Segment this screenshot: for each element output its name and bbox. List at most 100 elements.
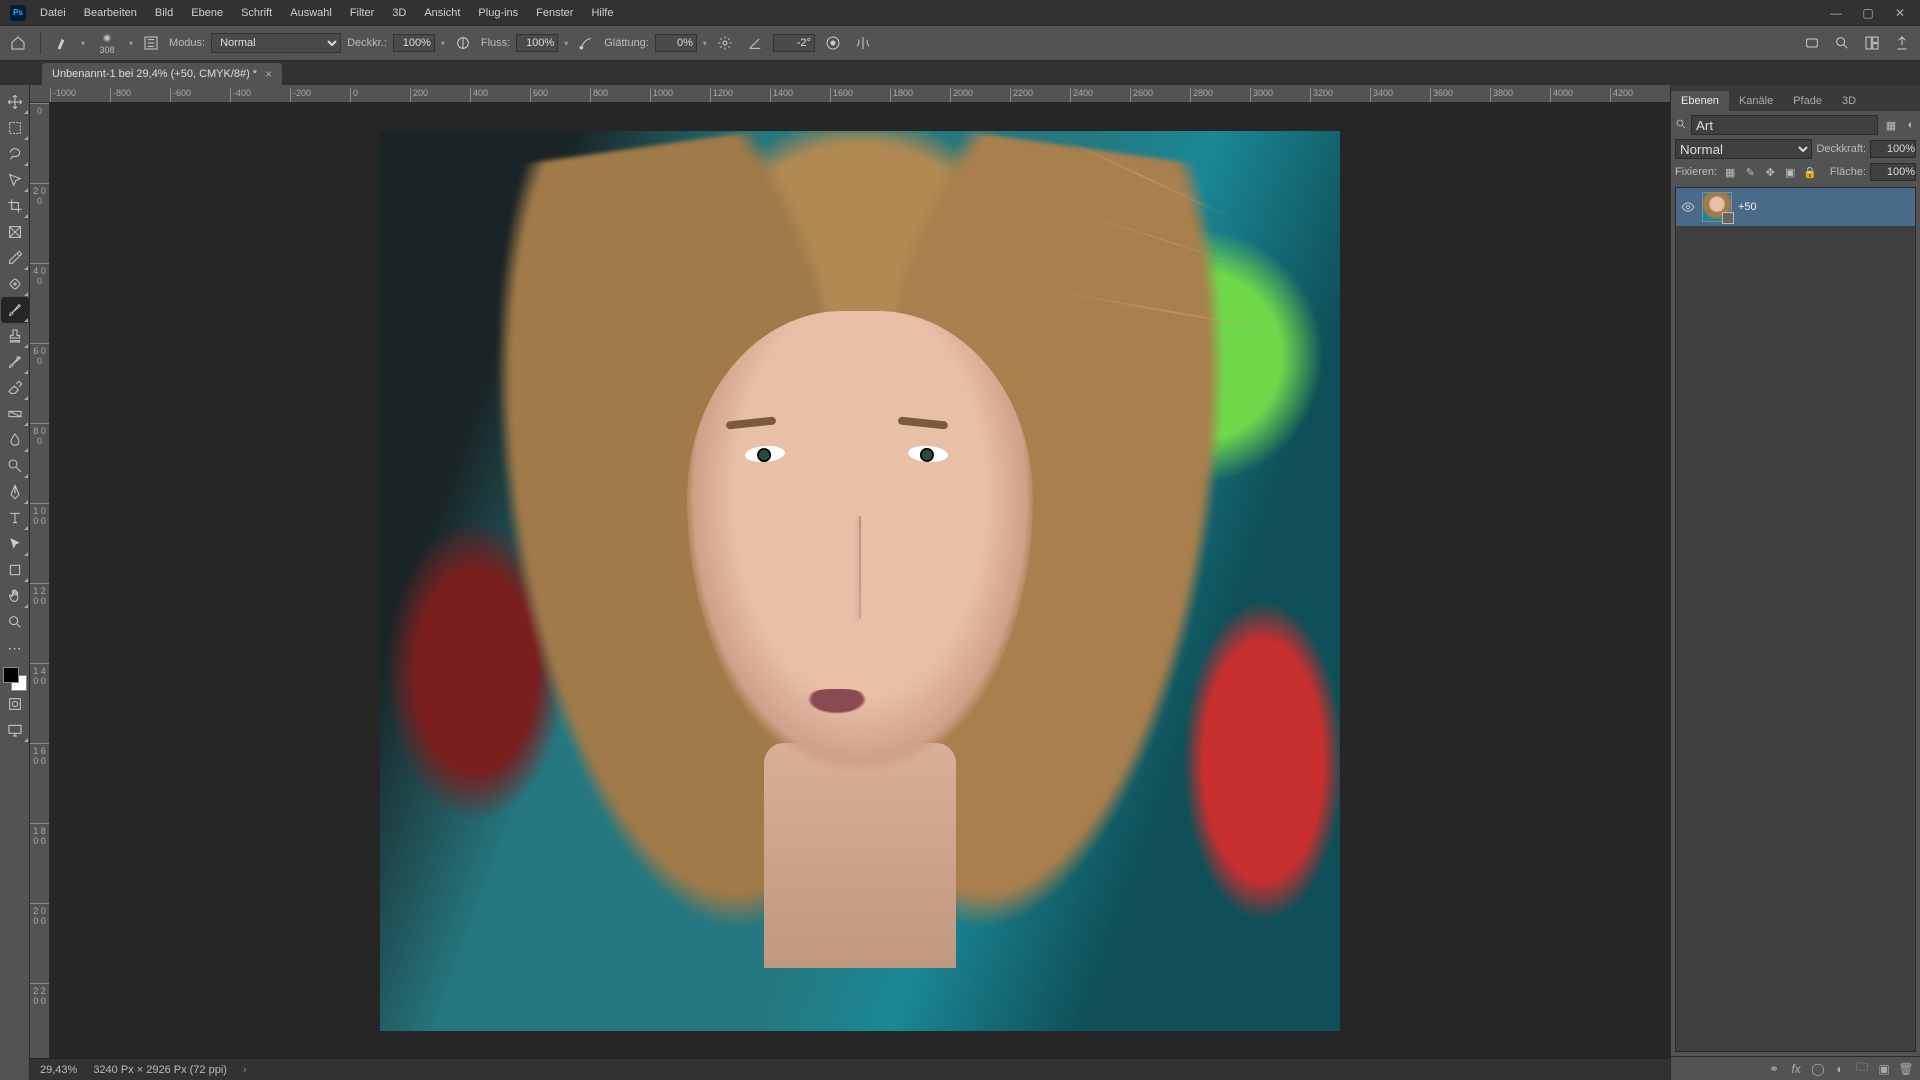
status-bar: 29,43% 3240 Px × 2926 Px (72 ppi) › (30, 1058, 1670, 1080)
share-icon[interactable] (1890, 31, 1914, 55)
delete-layer-icon[interactable]: 🗑 (1898, 1062, 1914, 1076)
menu-bild[interactable]: Bild (147, 4, 181, 22)
pressure-size-icon[interactable] (821, 31, 845, 55)
tab-3d[interactable]: 3D (1832, 91, 1866, 111)
menu-ebene[interactable]: Ebene (183, 4, 231, 22)
lock-position-icon[interactable]: ✥ (1761, 163, 1779, 181)
search-icon[interactable] (1830, 31, 1854, 55)
filter-adjust-icon[interactable]: ◐ (1902, 116, 1920, 134)
brush-preview[interactable]: 308 (91, 31, 123, 55)
color-swatches[interactable] (3, 667, 27, 691)
mask-icon[interactable]: ◯ (1810, 1062, 1826, 1076)
menu-hilfe[interactable]: Hilfe (583, 4, 621, 22)
path-select-tool[interactable] (1, 531, 29, 557)
menu-fenster[interactable]: Fenster (528, 4, 581, 22)
lock-pixels-icon[interactable]: ✎ (1741, 163, 1759, 181)
healing-tool[interactable] (1, 271, 29, 297)
stamp-tool[interactable] (1, 323, 29, 349)
main-menu: Datei Bearbeiten Bild Ebene Schrift Ausw… (32, 4, 621, 22)
screenmode-icon[interactable] (1, 717, 29, 743)
layer-row[interactable]: +50 (1676, 188, 1915, 226)
lasso-tool[interactable] (1, 141, 29, 167)
pen-tool[interactable] (1, 479, 29, 505)
lock-transparency-icon[interactable]: ▦ (1721, 163, 1739, 181)
blend-mode-select[interactable]: Normal (211, 33, 341, 53)
dodge-tool[interactable] (1, 453, 29, 479)
group-icon[interactable]: 🗀 (1854, 1058, 1870, 1079)
eyedropper-tool[interactable] (1, 245, 29, 271)
tab-kanaele[interactable]: Kanäle (1729, 91, 1783, 111)
smoothing-options-icon[interactable] (713, 31, 737, 55)
lock-all-icon[interactable]: 🔒 (1801, 163, 1819, 181)
angle-input[interactable] (773, 34, 815, 52)
layer-fill-input[interactable] (1870, 163, 1916, 181)
menu-plugins[interactable]: Plug-ins (470, 4, 526, 22)
workspace-icon[interactable] (1860, 31, 1884, 55)
quick-select-tool[interactable] (1, 167, 29, 193)
opacity-input[interactable] (393, 34, 435, 52)
tab-pfade[interactable]: Pfade (1783, 91, 1832, 111)
chevron-down-icon[interactable]: ▾ (703, 39, 707, 48)
flow-input[interactable] (516, 34, 558, 52)
type-tool[interactable] (1, 505, 29, 531)
chevron-down-icon[interactable]: ▾ (129, 39, 133, 48)
quickmask-icon[interactable] (1, 691, 29, 717)
blur-tool[interactable] (1, 427, 29, 453)
adjustment-icon[interactable]: ◐ (1832, 1062, 1848, 1076)
window-minimize-button[interactable]: — (1820, 3, 1852, 23)
chevron-down-icon[interactable]: ▾ (81, 39, 85, 48)
filter-pixel-icon[interactable]: ▦ (1882, 116, 1900, 134)
chevron-right-icon[interactable]: › (243, 1064, 247, 1076)
menu-bearbeiten[interactable]: Bearbeiten (76, 4, 145, 22)
layer-filter-input[interactable] (1691, 115, 1878, 135)
shape-tool[interactable] (1, 557, 29, 583)
pressure-opacity-icon[interactable] (451, 31, 475, 55)
search-icon (1675, 118, 1687, 133)
new-layer-icon[interactable]: ▣ (1876, 1062, 1892, 1076)
marquee-tool[interactable] (1, 115, 29, 141)
menu-ansicht[interactable]: Ansicht (416, 4, 468, 22)
hand-tool[interactable] (1, 583, 29, 609)
cloud-docs-icon[interactable] (1800, 31, 1824, 55)
link-layers-icon[interactable]: ⚭ (1766, 1062, 1782, 1076)
symmetry-icon[interactable] (851, 31, 875, 55)
menu-schrift[interactable]: Schrift (233, 4, 280, 22)
menu-3d[interactable]: 3D (384, 4, 414, 22)
canvas-stage[interactable] (50, 103, 1670, 1058)
chevron-down-icon[interactable]: ▾ (441, 39, 445, 48)
airbrush-icon[interactable] (574, 31, 598, 55)
tool-preset-icon[interactable] (51, 31, 75, 55)
mode-label: Modus: (169, 37, 205, 49)
menu-filter[interactable]: Filter (342, 4, 382, 22)
brush-panel-icon[interactable] (139, 31, 163, 55)
brush-tool[interactable] (1, 297, 29, 323)
smooth-input[interactable] (655, 34, 697, 52)
zoom-tool[interactable] (1, 609, 29, 635)
history-brush-tool[interactable] (1, 349, 29, 375)
menu-auswahl[interactable]: Auswahl (282, 4, 340, 22)
layer-visibility-icon[interactable] (1680, 199, 1696, 215)
eraser-tool[interactable] (1, 375, 29, 401)
close-icon[interactable]: × (265, 67, 272, 81)
document-tab[interactable]: Unbenannt-1 bei 29,4% (+50, CMYK/8#) * × (42, 63, 282, 85)
window-maximize-button[interactable]: ▢ (1852, 3, 1884, 23)
layer-thumbnail[interactable] (1702, 192, 1732, 222)
layer-blend-select[interactable]: Normal (1675, 139, 1812, 159)
lock-artboard-icon[interactable]: ▣ (1781, 163, 1799, 181)
menu-datei[interactable]: Datei (32, 4, 74, 22)
flow-label: Fluss: (481, 37, 510, 49)
window-close-button[interactable]: ✕ (1884, 3, 1916, 23)
fx-icon[interactable]: fx (1788, 1062, 1804, 1076)
zoom-readout[interactable]: 29,43% (40, 1064, 77, 1076)
foreground-color-swatch[interactable] (3, 667, 19, 683)
crop-tool[interactable] (1, 193, 29, 219)
layer-name[interactable]: +50 (1738, 201, 1757, 213)
home-button[interactable] (6, 31, 30, 55)
move-tool[interactable] (1, 89, 29, 115)
frame-tool[interactable] (1, 219, 29, 245)
tab-ebenen[interactable]: Ebenen (1671, 91, 1729, 111)
gradient-tool[interactable] (1, 401, 29, 427)
edit-toolbar-icon[interactable]: ⋯ (1, 635, 29, 661)
chevron-down-icon[interactable]: ▾ (564, 39, 568, 48)
layer-opacity-input[interactable] (1870, 140, 1916, 158)
